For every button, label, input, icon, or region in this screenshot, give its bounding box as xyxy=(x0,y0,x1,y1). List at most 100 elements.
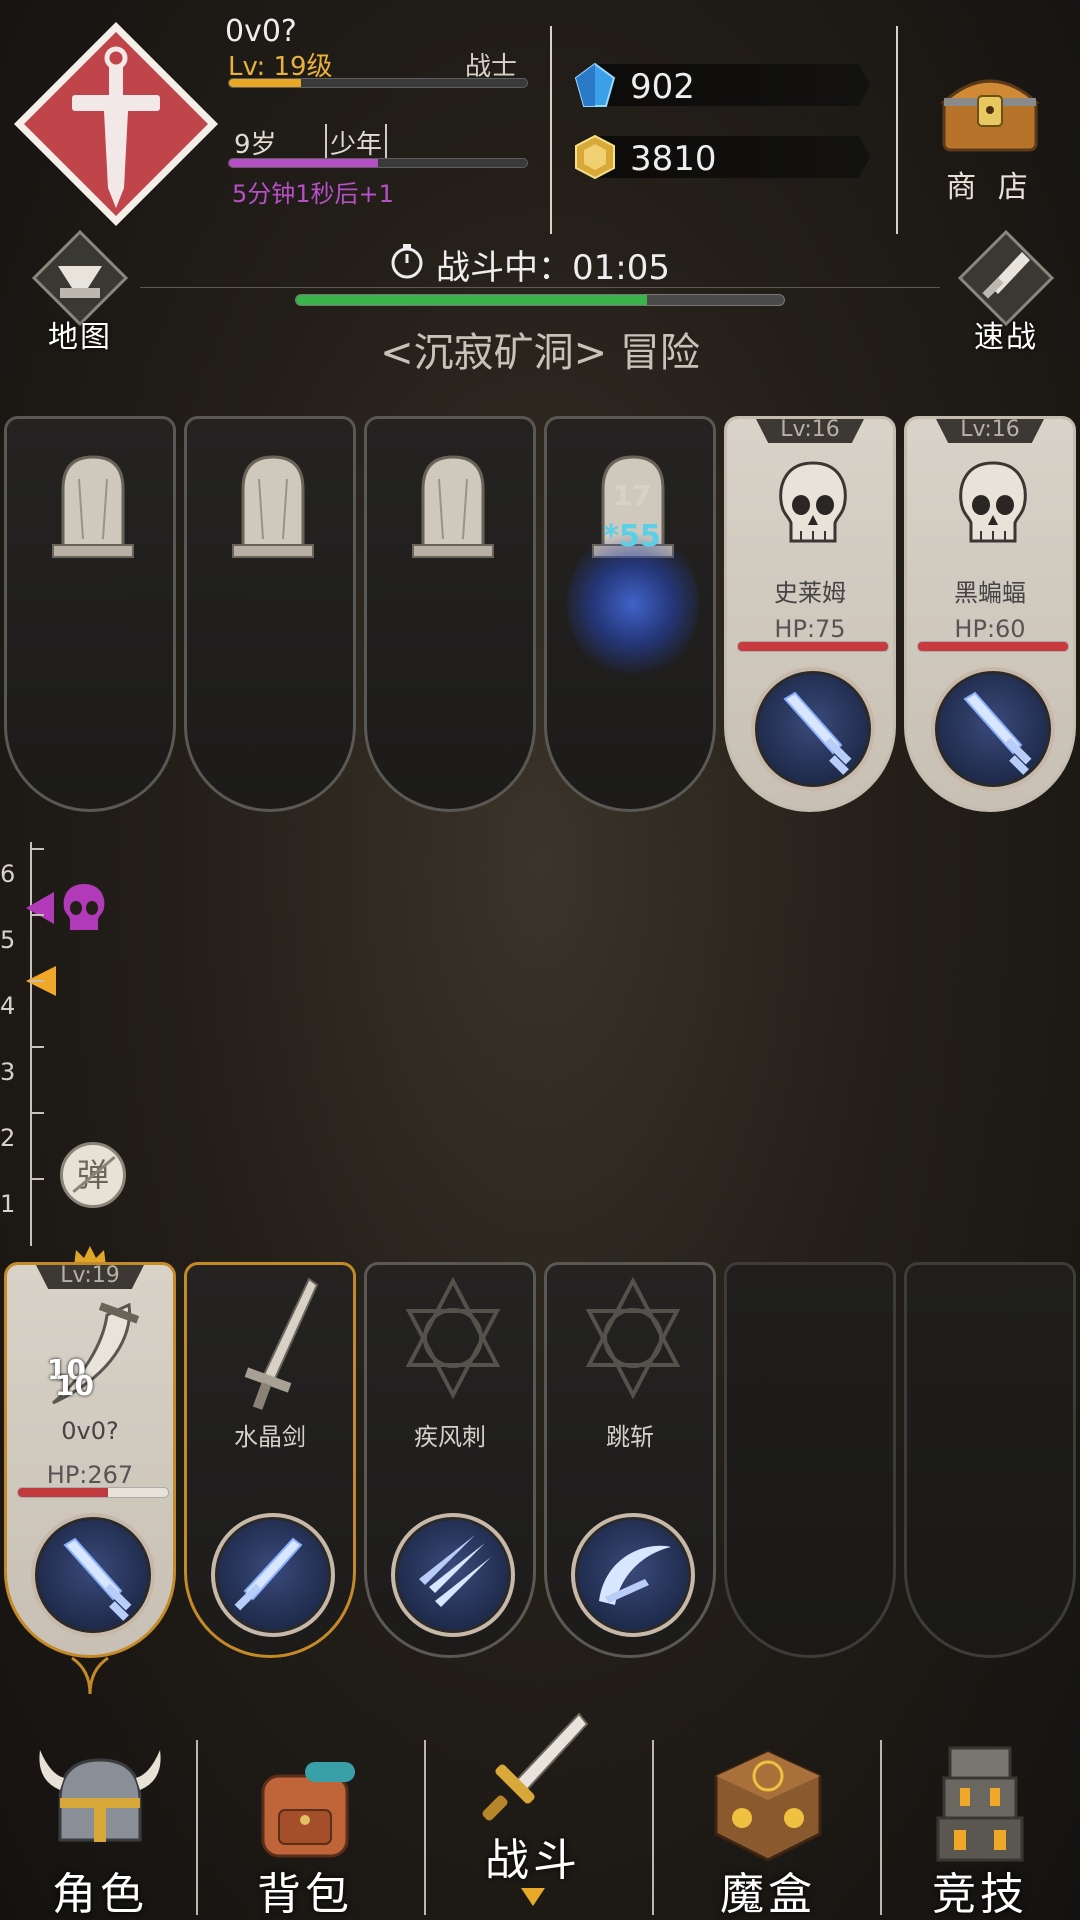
nav-arena[interactable]: 竞技 xyxy=(880,1720,1080,1920)
tombstone-icon xyxy=(232,455,314,558)
crescent-slash-icon xyxy=(599,1545,671,1605)
header-divider xyxy=(896,26,898,234)
skull-icon xyxy=(959,461,1027,543)
age-stage: 少年 xyxy=(325,124,388,161)
gem-counter[interactable]: 902 xyxy=(572,62,872,108)
age-timer: 5分钟1秒后+1 xyxy=(232,180,394,208)
gauge-tick xyxy=(30,914,44,916)
nav-arena-label: 竞技 xyxy=(932,1869,1028,1920)
gauge-tick-label: 6 xyxy=(0,860,16,888)
nav-divider xyxy=(424,1740,426,1915)
item-card-crystal-sword[interactable]: 水晶剑 xyxy=(184,1262,356,1658)
battle-status: 战斗中：01:05 xyxy=(436,248,670,288)
skull-icon xyxy=(779,461,847,543)
stopwatch-icon xyxy=(388,242,426,280)
nav-divider xyxy=(652,1740,654,1915)
nav-bag-label: 背包 xyxy=(257,1869,353,1920)
item-skill-button[interactable] xyxy=(211,1513,335,1637)
header-divider xyxy=(550,26,552,234)
enemy-turn-marker xyxy=(24,880,114,936)
empty-slot[interactable] xyxy=(904,1262,1076,1658)
nav-divider xyxy=(196,1740,198,1915)
skill-card-leap-slash[interactable]: 跳斩 xyxy=(544,1262,716,1658)
shop-label: 商 店 xyxy=(946,170,1034,205)
skill-card-gale-thrust[interactable]: 疾风刺 xyxy=(364,1262,536,1658)
hexagram-icon xyxy=(405,1276,501,1400)
item-name: 水晶剑 xyxy=(234,1423,306,1451)
sword-icon xyxy=(783,691,852,775)
gem-value: 902 xyxy=(630,67,695,107)
enemy-attack-button[interactable] xyxy=(931,667,1055,791)
player-age: 9岁 xyxy=(234,130,277,160)
gauge-tick xyxy=(30,980,44,982)
empty-slot[interactable] xyxy=(724,1262,896,1658)
gauge-tick-label: 5 xyxy=(0,926,16,954)
enemy-level: Lv:16 xyxy=(935,419,1045,443)
skill-button[interactable] xyxy=(571,1513,695,1637)
gauge-tick-label: 2 xyxy=(0,1124,16,1152)
sword-icon xyxy=(63,1537,132,1621)
gauge-tick xyxy=(30,1112,44,1114)
enemy-attack-button[interactable] xyxy=(751,667,875,791)
gauge-tick-label: 4 xyxy=(0,992,16,1020)
enemy-hp-text: HP:75 xyxy=(774,615,846,643)
magic-cube-icon xyxy=(714,1750,822,1862)
nav-battle[interactable]: 战斗 xyxy=(433,1712,633,1920)
gauge-tick-label: 3 xyxy=(0,1058,16,1086)
nav-battle-label: 战斗 xyxy=(485,1835,581,1886)
hero-attack-button[interactable] xyxy=(31,1513,155,1637)
hero-hp-text: HP:267 xyxy=(46,1461,134,1489)
battle-progress-bar xyxy=(295,294,785,306)
xp-bar xyxy=(228,78,528,88)
hero-overlay-number: 10 xyxy=(55,1369,94,1402)
sword-icon xyxy=(234,1537,303,1611)
enemy-slot-defeated[interactable] xyxy=(364,416,536,812)
hexagram-icon xyxy=(585,1276,681,1400)
gauge-tick xyxy=(30,1046,44,1048)
crystal-sword-icon xyxy=(244,1277,319,1410)
treasure-chest-icon xyxy=(940,79,1040,152)
gauge-tick xyxy=(30,1178,44,1180)
active-indicator-icon xyxy=(521,1888,545,1906)
gem-icon xyxy=(572,62,618,108)
tombstone-icon xyxy=(412,455,494,558)
enemy-slot-defeated[interactable]: 17 *55 xyxy=(544,416,716,812)
shop-button[interactable]: 商 店 xyxy=(930,60,1050,210)
enemy-card-slime[interactable]: Lv:16 史莱姆 HP:75 xyxy=(724,416,896,812)
tower-icon xyxy=(936,1746,1024,1862)
enemy-hp-text: HP:60 xyxy=(954,615,1026,643)
tombstone-icon xyxy=(52,455,134,558)
header-rule xyxy=(140,287,940,288)
nav-role-label: 角色 xyxy=(52,1869,148,1920)
bullet-toggle-button[interactable]: 弹 xyxy=(60,1142,126,1208)
gold-value: 3810 xyxy=(630,139,717,179)
enemy-hp-bar xyxy=(917,641,1069,652)
damage-effect-number: *55 xyxy=(603,519,661,554)
multi-thrust-icon xyxy=(419,1535,491,1607)
enemy-level: Lv:16 xyxy=(755,419,865,443)
enemy-slot-defeated[interactable] xyxy=(184,416,356,812)
backpack-icon xyxy=(261,1762,355,1858)
enemy-name: 史莱姆 xyxy=(774,579,846,607)
player-name: 0v0? xyxy=(225,14,297,49)
gauge-tick-label: 1 xyxy=(0,1190,16,1218)
nav-magic-box-label: 魔盒 xyxy=(720,1869,816,1920)
age-bar xyxy=(228,158,528,168)
enemy-card-black-bat[interactable]: Lv:16 黑蝙蝠 HP:60 xyxy=(904,416,1076,812)
class-badge-sword-icon[interactable] xyxy=(10,18,222,230)
hero-name: 0v0? xyxy=(61,1417,119,1445)
skill-button[interactable] xyxy=(391,1513,515,1637)
hero-card-ornament xyxy=(70,1656,110,1696)
enemy-slot-defeated[interactable] xyxy=(4,416,176,812)
nav-role[interactable]: 角色 xyxy=(0,1720,200,1920)
hero-hp-bar xyxy=(17,1487,169,1498)
hero-card[interactable]: Lv:19 10 10 0v0? HP:267 xyxy=(4,1262,176,1658)
nav-magic-box[interactable]: 魔盒 xyxy=(668,1720,868,1920)
enemy-name: 黑蝙蝠 xyxy=(954,579,1026,607)
viking-helmet-icon xyxy=(39,1750,161,1842)
gold-counter[interactable]: 3810 xyxy=(572,134,872,180)
skill-name: 跳斩 xyxy=(606,1423,654,1451)
battle-sword-icon xyxy=(482,1712,589,1821)
nav-bag[interactable]: 背包 xyxy=(205,1720,405,1920)
gauge-tick xyxy=(30,848,44,850)
